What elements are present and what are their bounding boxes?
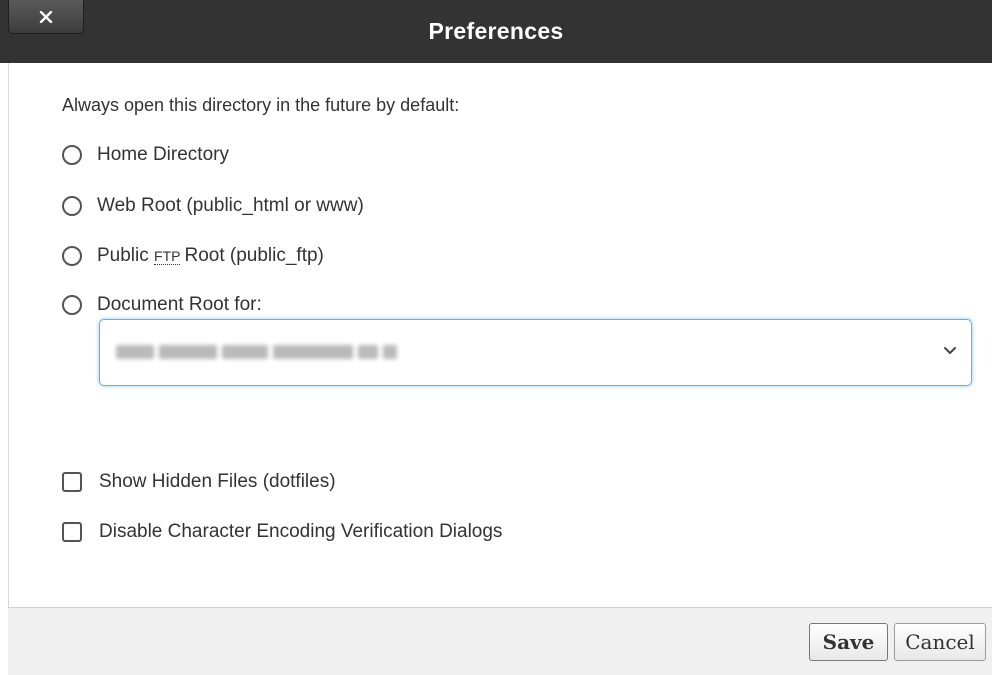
radio-home-directory-row[interactable]: Home Directory	[62, 144, 229, 166]
document-root-select[interactable]	[99, 319, 972, 386]
default-directory-prompt: Always open this directory in the future…	[62, 95, 460, 115]
ftp-abbreviation: FTP	[154, 248, 181, 265]
disable-encoding-dialogs-label: Disable Character Encoding Verification …	[99, 521, 503, 542]
dialog-title: Preferences	[428, 18, 564, 44]
dialog-titlebar: Preferences	[0, 0, 992, 63]
radio-public-ftp-label-start: Public	[97, 245, 149, 266]
save-button[interactable]: Save	[809, 623, 888, 661]
radio-document-root[interactable]	[62, 295, 82, 315]
radio-web-root-row[interactable]: Web Root (public_html or www)	[62, 195, 364, 217]
radio-public-ftp-root[interactable]	[62, 246, 82, 266]
close-button[interactable]	[8, 0, 84, 34]
radio-public-ftp-label-end: Root (public_ftp)	[184, 245, 324, 266]
chevron-down-icon	[944, 347, 956, 354]
close-x-icon	[39, 10, 53, 23]
dialog-body: Always open this directory in the future…	[8, 63, 992, 607]
radio-web-root[interactable]	[62, 196, 82, 216]
dialog-footer: Save Cancel	[8, 607, 992, 675]
show-hidden-files-checkbox[interactable]	[62, 472, 82, 492]
show-hidden-files-label: Show Hidden Files (dotfiles)	[99, 471, 336, 492]
show-hidden-files-row[interactable]: Show Hidden Files (dotfiles)	[62, 471, 336, 493]
disable-encoding-dialogs-checkbox[interactable]	[62, 522, 82, 542]
radio-document-root-row[interactable]: Document Root for:	[62, 294, 262, 316]
preferences-dialog: Preferences Always open this directory i…	[0, 0, 992, 675]
cancel-button[interactable]: Cancel	[894, 623, 986, 661]
radio-document-root-label: Document Root for:	[97, 294, 262, 315]
radio-web-root-label: Web Root (public_html or www)	[97, 195, 364, 216]
radio-public-ftp-root-label: Public FTP Root (public_ftp)	[97, 245, 324, 267]
disable-encoding-dialogs-row[interactable]: Disable Character Encoding Verification …	[62, 521, 502, 543]
radio-public-ftp-root-row[interactable]: Public FTP Root (public_ftp)	[62, 245, 324, 267]
obscured-domain-value	[116, 338, 402, 366]
radio-home-directory-label: Home Directory	[97, 144, 229, 165]
radio-home-directory[interactable]	[62, 145, 82, 165]
